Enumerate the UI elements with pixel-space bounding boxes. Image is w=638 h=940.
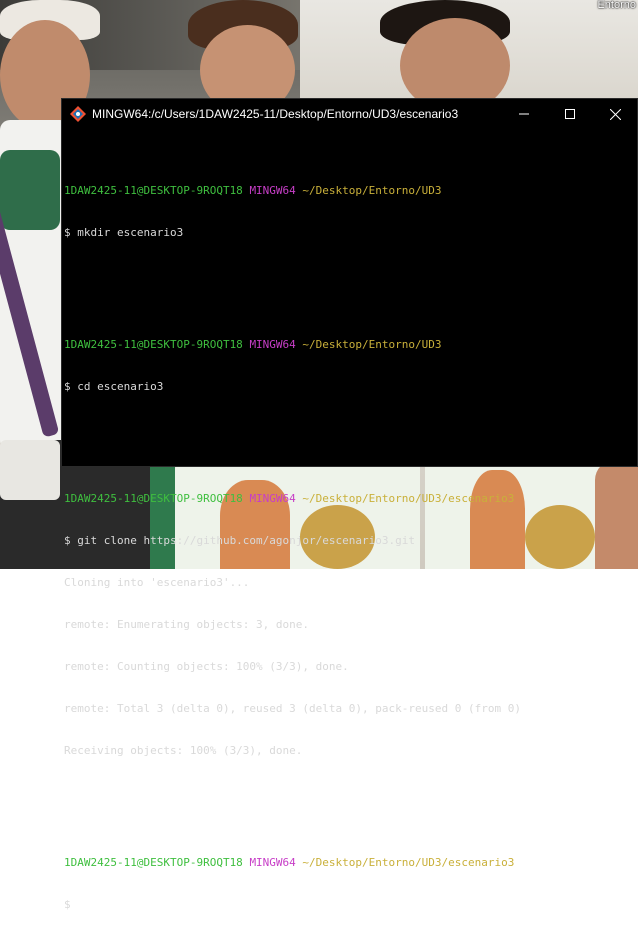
prompt-user: 1DAW2425-11@DESKTOP-9ROQT18 [64, 338, 243, 351]
prompt-path: ~/Desktop/Entorno/UD3 [302, 338, 442, 351]
close-button[interactable] [592, 99, 638, 129]
wallpaper-photo-scarf [0, 150, 60, 230]
prompt-line: 1DAW2425-11@DESKTOP-9ROQT18 MINGW64 ~/De… [64, 184, 624, 198]
command-prompt-input[interactable]: $ [64, 898, 624, 912]
prompt-user: 1DAW2425-11@DESKTOP-9ROQT18 [64, 856, 243, 869]
output-line: remote: Enumerating objects: 3, done. [64, 618, 310, 631]
prompt-env: MINGW64 [249, 856, 296, 869]
maximize-icon [565, 109, 575, 119]
minimize-icon [519, 113, 529, 115]
output-line: Cloning into 'escenario3'... [64, 576, 250, 589]
prompt-path: ~/Desktop/Entorno/UD3/escenario3 [302, 492, 515, 505]
prompt-env: MINGW64 [249, 184, 296, 197]
command-line: $ cd escenario3 [64, 380, 164, 393]
wallpaper-photo-shorts [0, 440, 60, 500]
git-bash-icon [70, 106, 86, 122]
command-line: $ git clone https://github.com/agonjor/e… [64, 534, 415, 547]
close-icon [609, 108, 621, 120]
prompt-path: ~/Desktop/Entorno/UD3 [302, 184, 442, 197]
prompt-path: ~/Desktop/Entorno/UD3/escenario3 [302, 856, 515, 869]
prompt-user: 1DAW2425-11@DESKTOP-9ROQT18 [64, 184, 243, 197]
minimize-button[interactable] [501, 99, 547, 129]
terminal-output[interactable]: 1DAW2425-11@DESKTOP-9ROQT18 MINGW64 ~/De… [64, 142, 624, 940]
output-line: Receiving objects: 100% (3/3), done. [64, 744, 303, 757]
prompt-env: MINGW64 [249, 338, 296, 351]
output-line: remote: Counting objects: 100% (3/3), do… [64, 660, 349, 673]
prompt-line: 1DAW2425-11@DESKTOP-9ROQT18 MINGW64 ~/De… [64, 856, 624, 870]
prompt-user: 1DAW2425-11@DESKTOP-9ROQT18 [64, 492, 243, 505]
terminal-window[interactable]: MINGW64:/c/Users/1DAW2425-11/Desktop/Ent… [61, 98, 638, 911]
scrollbar[interactable] [629, 129, 637, 466]
output-line: remote: Total 3 (delta 0), reused 3 (del… [64, 702, 521, 715]
window-title: MINGW64:/c/Users/1DAW2425-11/Desktop/Ent… [92, 107, 459, 121]
maximize-button[interactable] [547, 99, 593, 129]
window-titlebar[interactable]: MINGW64:/c/Users/1DAW2425-11/Desktop/Ent… [62, 99, 637, 129]
command-line: $ mkdir escenario3 [64, 226, 184, 239]
prompt-env: MINGW64 [249, 492, 296, 505]
desktop-folder-label[interactable]: Entorno [597, 0, 636, 11]
prompt-line: 1DAW2425-11@DESKTOP-9ROQT18 MINGW64 ~/De… [64, 492, 624, 506]
prompt-line: 1DAW2425-11@DESKTOP-9ROQT18 MINGW64 ~/De… [64, 338, 624, 352]
